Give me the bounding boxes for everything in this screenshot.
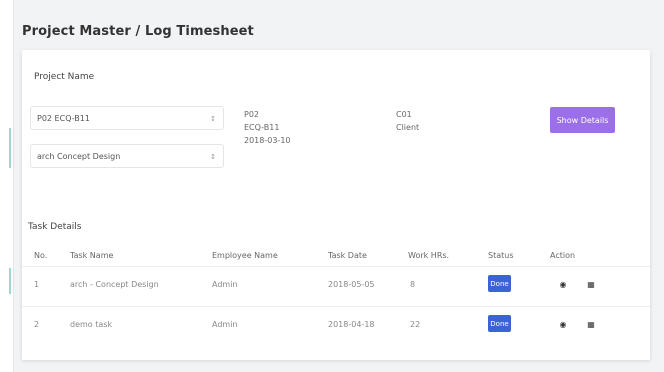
phase-select[interactable]: arch Concept Design ↕	[30, 144, 224, 168]
row-hours: 22	[410, 320, 421, 329]
project-info-left: P02 ECQ-B11 2018-03-10	[244, 108, 291, 147]
table-divider	[22, 266, 650, 267]
client-label: Client	[396, 123, 420, 132]
view-eye-icon[interactable]: ◉	[556, 317, 570, 331]
table-divider	[22, 306, 650, 307]
row-employee: Admin	[212, 280, 238, 289]
col-header-task-date: Task Date	[328, 251, 367, 260]
status-badge: Done	[488, 315, 511, 332]
chevron-down-icon: ↕	[210, 115, 216, 123]
project-select-value: P02 ECQ-B11	[37, 113, 90, 123]
calendar-icon[interactable]: ▦	[584, 317, 598, 331]
project-ref: ECQ-B11	[244, 123, 280, 132]
col-header-no: No.	[34, 251, 48, 260]
project-select[interactable]: P02 ECQ-B11 ↕	[30, 106, 224, 130]
row-task-name: arch - Concept Design	[70, 280, 159, 289]
row-no: 2	[34, 320, 40, 329]
client-code: C01	[396, 110, 412, 119]
row-task-name: demo task	[70, 320, 113, 329]
project-code: P02	[244, 110, 260, 119]
left-sidebar-edge	[0, 0, 14, 372]
project-name-label: Project Name	[34, 72, 95, 82]
row-hours: 8	[410, 280, 416, 289]
calendar-icon[interactable]: ▦	[584, 277, 598, 291]
project-date: 2018-03-10	[244, 136, 291, 145]
status-badge: Done	[488, 275, 511, 292]
row-date: 2018-04-18	[328, 320, 375, 329]
row-employee: Admin	[212, 320, 238, 329]
row-date: 2018-05-05	[328, 280, 375, 289]
task-details-label: Task Details	[28, 222, 82, 232]
row-no: 1	[34, 280, 40, 289]
col-header-status: Status	[488, 251, 514, 260]
show-details-button[interactable]: Show Details	[550, 107, 615, 133]
col-header-action: Action	[550, 251, 576, 260]
phase-select-value: arch Concept Design	[37, 151, 121, 161]
sidebar-active-marker	[9, 268, 11, 294]
sidebar-active-marker	[9, 128, 11, 168]
view-eye-icon[interactable]: ◉	[556, 277, 570, 291]
page-title: Project Master / Log Timesheet	[22, 24, 254, 39]
col-header-employee-name: Employee Name	[212, 251, 278, 260]
timesheet-card: Project Name P02 ECQ-B11 ↕ arch Concept …	[22, 50, 650, 360]
col-header-work-hrs: Work HRs.	[408, 251, 450, 260]
col-header-task-name: Task Name	[70, 251, 114, 260]
project-info-right: C01 Client	[396, 108, 419, 134]
chevron-down-icon: ↕	[210, 153, 216, 161]
